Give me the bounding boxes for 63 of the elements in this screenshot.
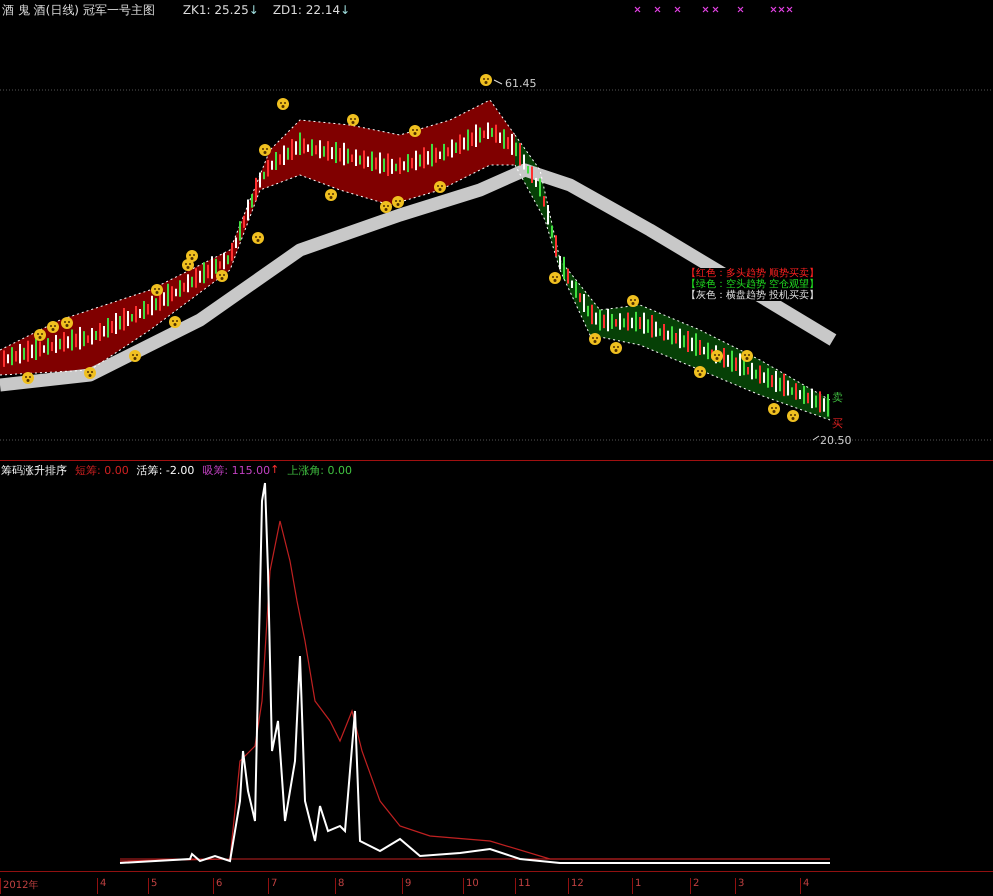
face-marker-icon <box>409 125 421 137</box>
face-marker-icon <box>768 403 780 415</box>
axis-label: 2 <box>690 878 700 894</box>
face-marker-icon <box>741 350 753 362</box>
face-marker-icon <box>392 196 404 208</box>
axis-label: 3 <box>735 878 744 894</box>
signal-label: 卖 <box>832 390 843 405</box>
axis-label: 6 <box>213 878 222 894</box>
axis-label: 5 <box>148 878 158 894</box>
legend-line: 【灰色：横盘趋势 投机买卖】 <box>686 290 820 301</box>
indicator-label: ZK1: 25.25 <box>182 3 249 17</box>
indicator-value: 活筹: -2.00 <box>136 462 194 478</box>
leader-line <box>812 436 820 440</box>
face-marker-icon <box>347 114 359 126</box>
high-price-label: 61.45 <box>505 77 536 90</box>
indicator-arrow: ↓ <box>248 3 259 17</box>
axis-label: 7 <box>268 878 278 894</box>
indicator-arrow: ↑ <box>270 462 280 478</box>
face-marker-icon <box>434 181 446 193</box>
legend-line: 【红色：多头趋势 顺势买卖】 <box>686 268 820 279</box>
leader-line <box>494 80 502 84</box>
face-marker-icon <box>711 350 723 362</box>
axis-label: 10 <box>463 878 479 894</box>
indicator-value: 上涨角: 0.00 <box>287 462 352 478</box>
axis-label: 11 <box>515 878 531 894</box>
indicator-value: 吸筹: 115.00 <box>202 462 270 478</box>
face-marker-icon <box>216 270 228 282</box>
face-marker-icon <box>47 321 59 333</box>
face-marker-icon <box>627 295 639 307</box>
face-marker-icon <box>151 284 163 296</box>
face-marker-icon <box>22 372 34 384</box>
indicator-label: ZD1: 22.14 <box>272 3 340 17</box>
face-marker-icon <box>610 342 622 354</box>
panel-title: 筹码涨升排序 <box>1 462 67 478</box>
face-marker-icon <box>129 350 141 362</box>
face-marker-icon <box>169 316 181 328</box>
indicator-value: 短筹: 0.00 <box>75 462 129 478</box>
axis-label: 4 <box>97 878 106 894</box>
axis-label: 12 <box>568 878 584 894</box>
face-marker-icon <box>277 98 289 110</box>
legend-line: 【绿色：空头趋势 空仓观望】 <box>686 279 820 290</box>
face-marker-icon <box>787 410 799 422</box>
axis-label: 1 <box>632 878 642 894</box>
signal-label: 买 <box>832 416 843 431</box>
indicator-arrow: ↓ <box>340 3 350 17</box>
face-marker-icon <box>34 329 46 341</box>
chart-title: 酒 鬼 酒(日线) 冠军一号主图 <box>2 2 155 18</box>
face-marker-icon <box>252 232 264 244</box>
face-marker-icon <box>61 317 73 329</box>
axis-label: 8 <box>335 878 344 894</box>
axis-label: 9 <box>402 878 412 894</box>
face-marker-icon <box>589 333 601 345</box>
face-marker-icon <box>694 366 706 378</box>
face-marker-icon <box>259 144 271 156</box>
low-price-label: 20.50 <box>820 434 852 447</box>
face-marker-icon <box>84 367 96 379</box>
face-marker-icon <box>380 201 392 213</box>
face-marker-icon <box>325 189 337 201</box>
face-marker-icon <box>186 250 198 262</box>
axis-label: 4 <box>800 878 810 894</box>
axis-label: 2012年 <box>0 878 38 894</box>
face-marker-icon <box>480 74 492 86</box>
face-marker-icon <box>549 272 561 284</box>
